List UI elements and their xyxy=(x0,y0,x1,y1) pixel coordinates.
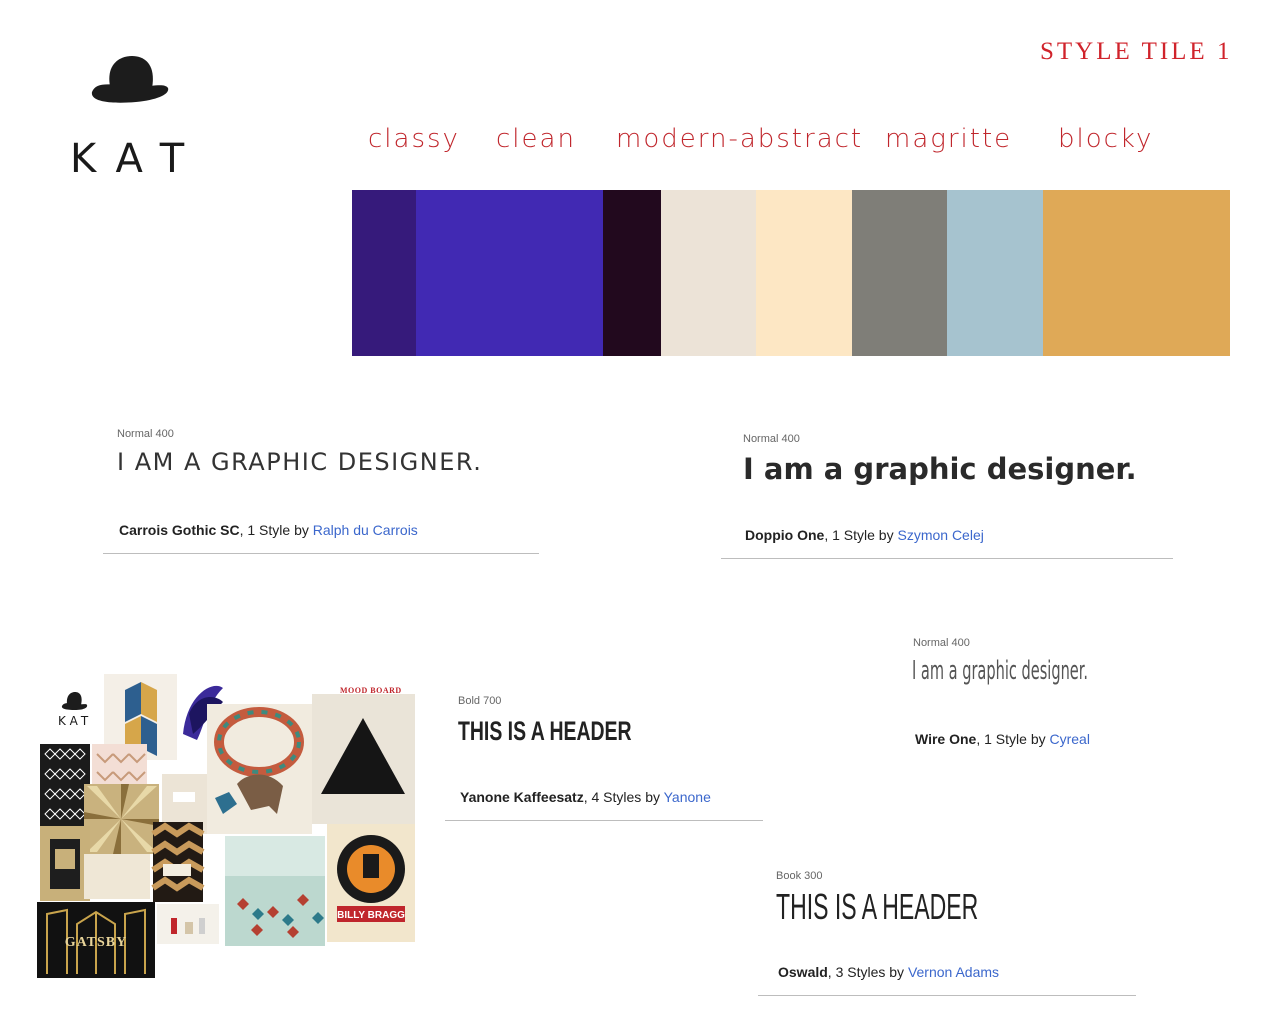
keyword-clean: clean xyxy=(496,124,576,154)
specimen-credit: Wire One, 1 Style by Cyreal xyxy=(915,731,1090,747)
font-styles: , 1 Style by xyxy=(239,522,313,538)
author-link[interactable]: Yanone xyxy=(664,789,711,805)
font-styles: , 4 Styles by xyxy=(583,789,664,805)
author-link[interactable]: Ralph du Carrois xyxy=(313,522,418,538)
moodboard-logo-text: KAT xyxy=(58,714,93,728)
specimen-weight: Bold 700 xyxy=(458,695,502,707)
poster-title: GATSBY xyxy=(65,935,128,950)
font-styles: , 1 Style by xyxy=(976,731,1050,747)
font-name: Oswald xyxy=(778,964,828,980)
divider xyxy=(103,553,539,554)
color-swatch xyxy=(416,190,603,356)
specimen-sample: I AM A GRAPHIC DESIGNER. xyxy=(117,448,483,476)
divider xyxy=(721,558,1173,559)
color-swatch xyxy=(756,190,852,356)
font-name: Yanone Kaffeesatz xyxy=(460,789,584,805)
color-swatch xyxy=(661,190,756,356)
color-swatch xyxy=(603,190,661,356)
page-title: STYLE TILE 1 xyxy=(1040,38,1233,65)
keyword-modern-abstract: modern-abstract xyxy=(616,124,864,154)
specimen-credit: Oswald, 3 Styles by Vernon Adams xyxy=(778,964,999,980)
specimen-weight: Normal 400 xyxy=(913,637,970,649)
logo-text: KAT xyxy=(70,136,205,182)
specimen-weight: Book 300 xyxy=(776,870,823,882)
author-link[interactable]: Szymon Celej xyxy=(897,527,983,543)
specimen-sample: THIS IS A HEADER xyxy=(458,716,632,746)
specimen-sample: I am a graphic designer. xyxy=(743,452,1137,486)
divider xyxy=(445,820,763,821)
color-palette xyxy=(352,190,1230,356)
specimen-weight: Normal 400 xyxy=(117,428,174,440)
font-name: Wire One xyxy=(915,731,977,747)
specimen-credit: Yanone Kaffeesatz, 4 Styles by Yanone xyxy=(460,789,711,805)
author-link[interactable]: Vernon Adams xyxy=(908,964,999,980)
moodboard-label: MOOD BOARD xyxy=(340,686,402,695)
mood-board-collage: BILLY BRAGG GATSBY xyxy=(37,674,417,978)
font-name: Doppio One xyxy=(745,527,825,543)
bowler-hat-icon xyxy=(91,56,169,103)
specimen-sample: THIS IS A HEADER xyxy=(776,886,979,927)
keyword-magritte: magritte xyxy=(885,124,1013,154)
color-swatch xyxy=(352,190,416,356)
keyword-blocky: blocky xyxy=(1058,124,1154,154)
specimen-weight: Normal 400 xyxy=(743,433,800,445)
font-styles: , 1 Style by xyxy=(824,527,898,543)
poster-text: BILLY BRAGG xyxy=(337,910,405,921)
color-swatch xyxy=(1043,190,1230,356)
specimen-credit: Carrois Gothic SC, 1 Style by Ralph du C… xyxy=(119,522,418,538)
font-name: Carrois Gothic SC xyxy=(119,522,240,538)
color-swatch xyxy=(852,190,947,356)
color-swatch xyxy=(947,190,1043,356)
specimen-sample: I am a graphic designer. xyxy=(912,656,1089,686)
font-styles: , 3 Styles by xyxy=(827,964,908,980)
keyword-classy: classy xyxy=(368,124,460,154)
divider xyxy=(758,995,1136,996)
author-link[interactable]: Cyreal xyxy=(1050,731,1090,747)
specimen-credit: Doppio One, 1 Style by Szymon Celej xyxy=(745,527,984,543)
